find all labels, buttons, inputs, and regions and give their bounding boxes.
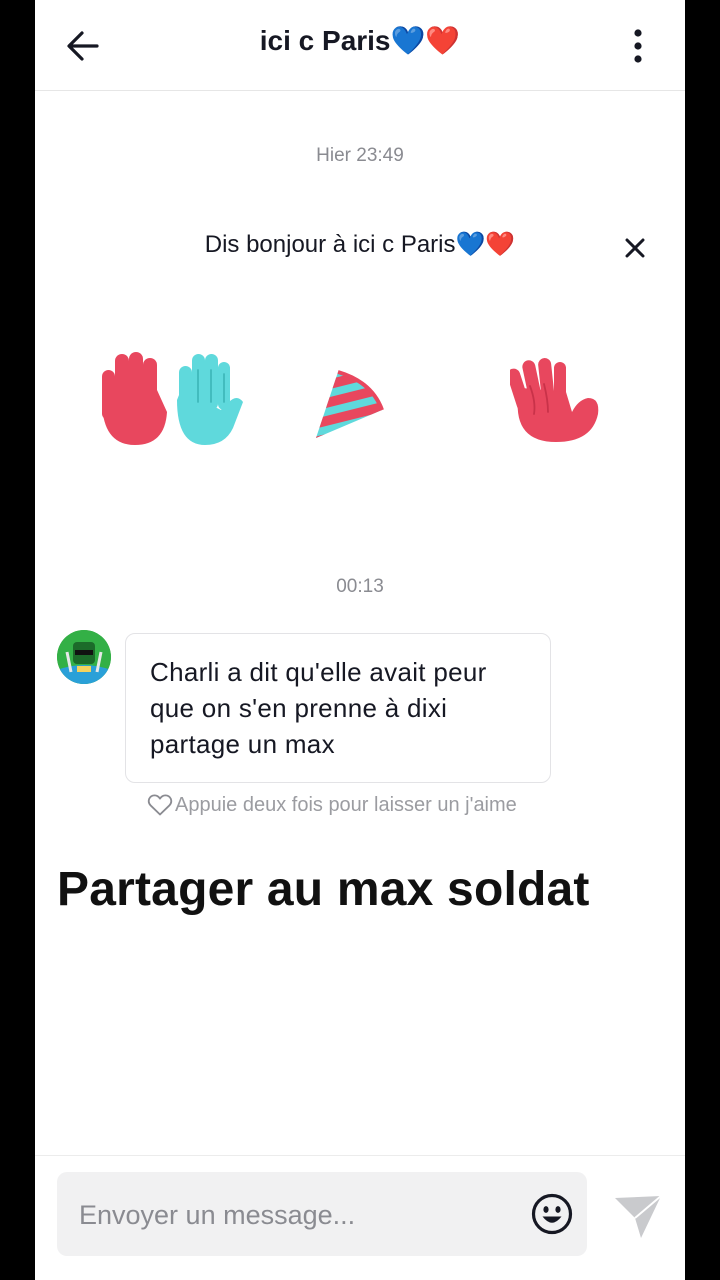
- close-greeting-button[interactable]: [619, 232, 651, 264]
- emoji-button[interactable]: [531, 1193, 573, 1235]
- emoji-icon: [531, 1193, 573, 1235]
- chat-screen: ici c Paris💙❤️ Hier 23:49 Dis bonjour à …: [35, 0, 685, 1280]
- avatar[interactable]: [57, 630, 111, 684]
- like-hint: Appuie deux fois pour laisser un j'aime: [147, 793, 517, 817]
- greeting-prompt: Dis bonjour à ici c Paris💙❤️: [204, 231, 516, 258]
- message-composer: [35, 1155, 685, 1280]
- chat-header: ici c Paris💙❤️: [35, 0, 685, 91]
- heart-outline-icon: [147, 794, 173, 816]
- send-button[interactable]: [613, 1194, 663, 1240]
- party-hat-sticker[interactable]: [310, 368, 390, 443]
- more-vertical-icon: [634, 29, 642, 63]
- overlay-caption: Partager au max soldat: [57, 863, 590, 916]
- timestamp: 00:13: [336, 576, 384, 597]
- message-input-container: [57, 1172, 587, 1258]
- chat-title: ici c Paris💙❤️: [259, 25, 461, 56]
- raised-hands-sticker[interactable]: [97, 350, 245, 450]
- more-options-button[interactable]: [623, 26, 653, 66]
- message-bubble[interactable]: Charli a dit qu'elle avait peur que on s…: [125, 633, 551, 783]
- timestamp: Hier 23:49: [316, 145, 404, 166]
- waving-hand-sticker[interactable]: [507, 358, 602, 444]
- close-icon: [625, 238, 645, 258]
- message-input[interactable]: [77, 1172, 511, 1258]
- like-hint-text: Appuie deux fois pour laisser un j'aime: [175, 793, 517, 816]
- send-icon: [615, 1195, 662, 1238]
